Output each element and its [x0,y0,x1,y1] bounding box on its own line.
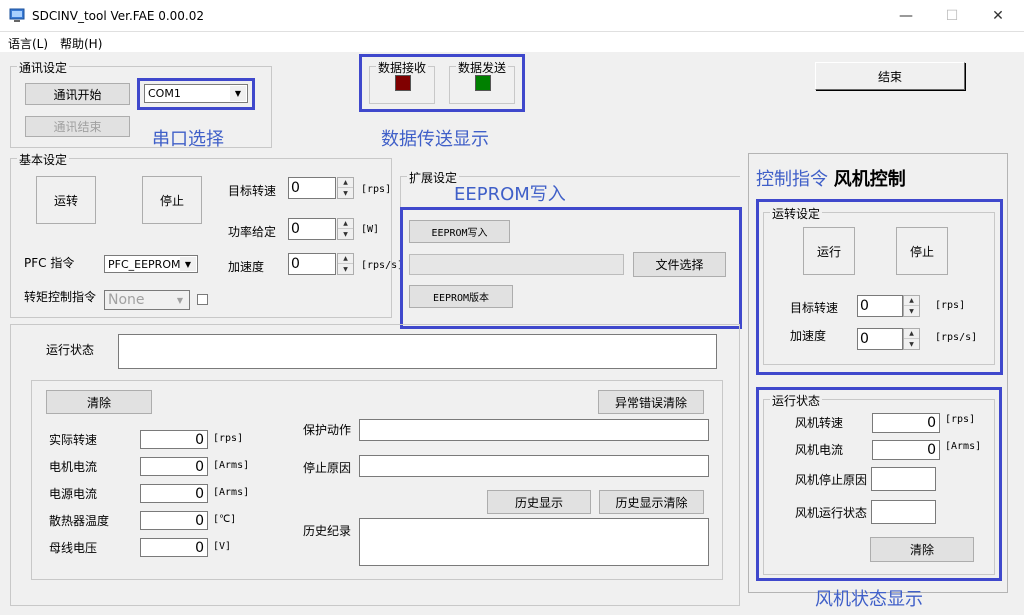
status-row-label: 母线电压 [49,541,98,555]
run-state-label: 运行状态 [46,343,95,357]
status-row-unit: [rps] [213,433,244,444]
run-state-field [118,334,717,369]
accel-input[interactable]: 0 [288,253,336,275]
power-input[interactable]: 0 [288,218,336,240]
down-arrow-icon[interactable]: ▼ [338,229,353,239]
status-row-label: 散热器温度 [49,514,110,528]
comm-end-button[interactable]: 通讯结束 [25,116,130,137]
fan-status-highlight-box [756,387,1002,581]
down-arrow-icon[interactable]: ▼ [338,188,353,198]
error-clear-button[interactable]: 异常错误清除 [598,390,704,414]
menu-bar [0,32,1024,52]
accel-label: 加速度 [228,260,265,274]
ext-settings-label: 扩展设定 [407,169,460,186]
annotation-eeprom: EEPROM写入 [454,184,566,205]
down-arrow-icon[interactable]: ▼ [338,264,353,274]
pfc-select[interactable]: PFC_EEPROM ▼ [104,255,198,273]
status-clear-button[interactable]: 清除 [46,390,152,414]
chevron-down-icon: ▼ [180,257,196,271]
status-row-value: 0 [140,430,208,449]
accel-stepper[interactable]: ▲ ▼ [337,253,354,275]
accel-unit: [rps/s] [361,260,404,271]
target-speed-label: 目标转速 [228,184,277,198]
status-row-value: 0 [140,484,208,503]
target-speed-stepper[interactable]: ▲ ▼ [337,177,354,199]
pfc-label: PFC 指令 [24,256,75,270]
app-icon [9,8,25,22]
torque-label: 转矩控制指令 [24,290,97,304]
status-row-value: 0 [140,511,208,530]
menu-help[interactable]: 帮助(H) [60,35,102,52]
history-clear-button[interactable]: 历史显示清除 [599,490,704,514]
torque-select[interactable]: None ▼ [104,290,190,310]
power-stepper[interactable]: ▲ ▼ [337,218,354,240]
comm-start-button[interactable]: 通讯开始 [25,83,130,105]
menu-language[interactable]: 语言(L) [8,35,48,52]
history-field [359,518,709,566]
target-speed-unit: [rps] [361,184,392,195]
up-arrow-icon[interactable]: ▲ [338,178,353,188]
close-button[interactable]: ✕ [975,0,1021,32]
fan-run-highlight-box [756,199,1003,375]
annotation-serial: 串口选择 [152,129,224,150]
annotation-fan-status: 风机状态显示 [815,589,923,610]
fan-control-label: 风机控制 [833,169,906,190]
maximize-button[interactable]: ☐ [929,0,975,32]
stop-reason-label: 停止原因 [303,461,352,475]
basic-settings-label: 基本设定 [17,151,70,168]
up-arrow-icon[interactable]: ▲ [338,219,353,229]
status-row-value: 0 [140,457,208,476]
stop-button[interactable]: 停止 [142,176,202,224]
target-speed-input[interactable]: 0 [288,177,336,199]
torque-value: None [108,292,145,308]
minimize-button[interactable]: — [883,0,929,32]
status-row-unit: [Arms] [213,460,250,471]
status-row-label: 电源电流 [49,487,98,501]
protect-label: 保护动作 [303,423,352,437]
stop-reason-field [359,455,709,477]
comm-settings-label: 通讯设定 [17,59,70,76]
fan-control-header: 控制指令 风机控制 [756,165,906,191]
history-label: 历史纪录 [303,524,352,538]
chevron-down-icon: ▼ [172,292,188,308]
annotation-data-transfer: 数据传送显示 [381,129,489,150]
status-row-label: 实际转速 [49,433,98,447]
status-row-unit: [Arms] [213,487,250,498]
torque-checkbox[interactable] [197,294,208,305]
up-arrow-icon[interactable]: ▲ [338,254,353,264]
power-label: 功率给定 [228,225,277,239]
run-button[interactable]: 运转 [36,176,96,224]
data-transfer-highlight-box [359,54,525,112]
status-row-unit: [℃] [213,514,237,525]
serial-highlight-box [137,78,255,110]
eeprom-highlight-box [400,207,742,329]
protect-field [359,419,709,441]
status-row-value: 0 [140,538,208,557]
status-row-label: 电机电流 [49,460,98,474]
window-title: SDCINV_tool Ver.FAE 0.00.02 [32,9,205,23]
power-unit: [W] [361,224,380,235]
history-show-button[interactable]: 历史显示 [487,490,591,514]
status-row-unit: [V] [213,541,232,552]
control-command-label: 控制指令 [756,169,828,190]
pfc-value: PFC_EEPROM [108,257,181,271]
finish-button[interactable]: 结束 [815,62,965,90]
